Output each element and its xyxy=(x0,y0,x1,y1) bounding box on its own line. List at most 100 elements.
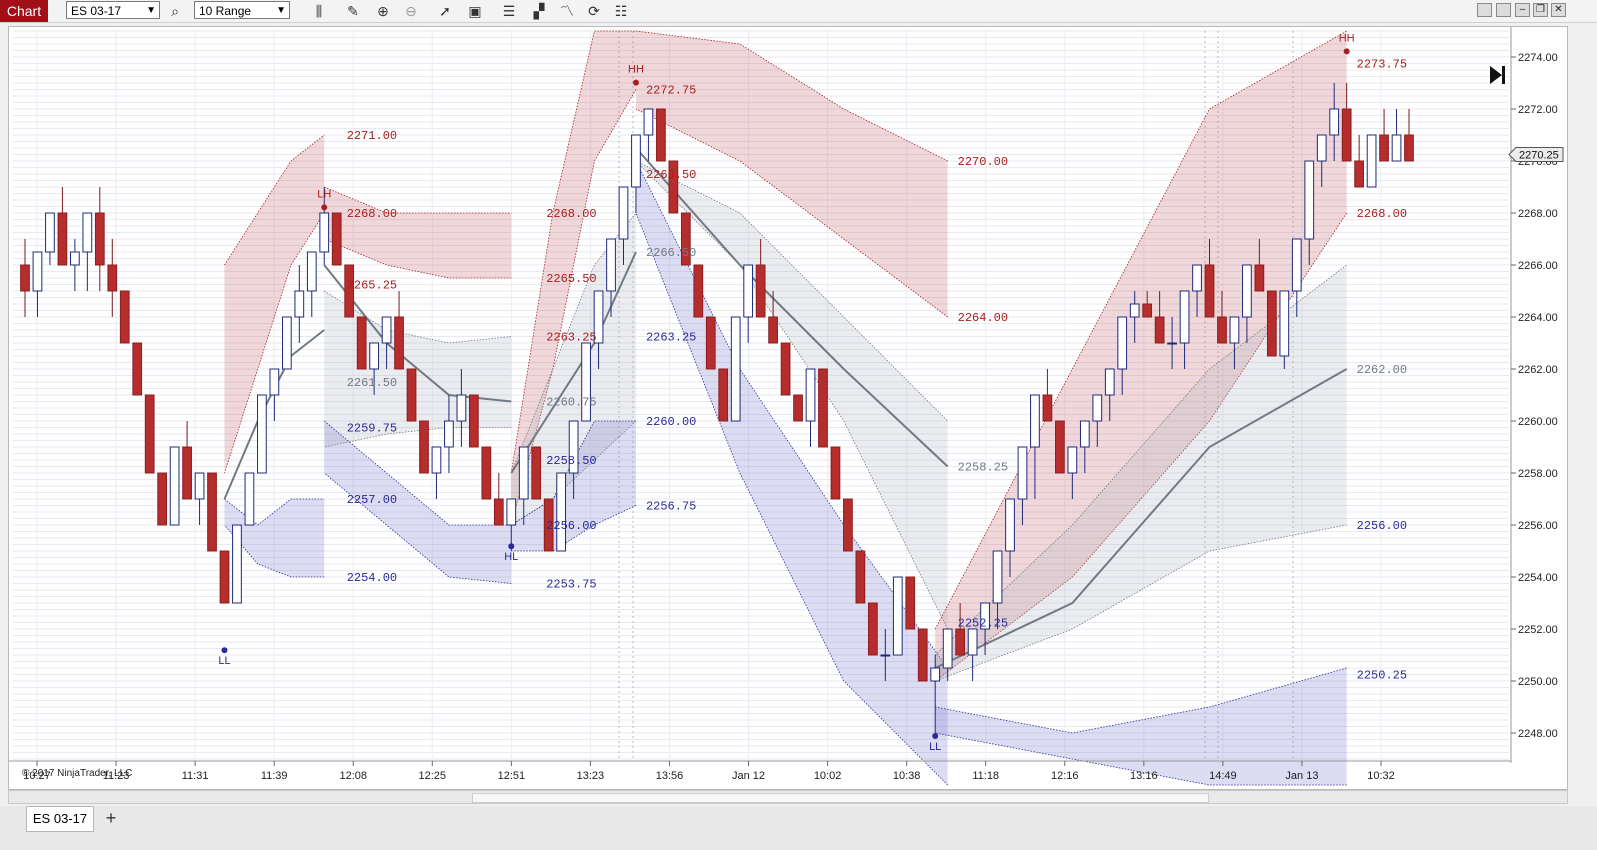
candle-down xyxy=(1254,264,1265,292)
candle-up xyxy=(82,212,93,253)
pivot-dot xyxy=(932,733,939,739)
candle-down xyxy=(1042,394,1053,422)
instrument-value: ES 03-17 xyxy=(71,4,122,18)
close-icon[interactable]: ✕ xyxy=(1551,3,1566,17)
x-tick-label: 13:56 xyxy=(656,770,684,782)
candle-up xyxy=(319,212,330,253)
bars-style-icon[interactable]: ⫼ xyxy=(310,2,328,20)
level-label: 2261.50 xyxy=(347,376,397,390)
level-label: 2263.25 xyxy=(546,331,596,345)
chart-panel[interactable]: 2271.00 2268.00 2265.25 2261.50 2259.75 2257.… xyxy=(8,26,1568,790)
candle-up xyxy=(1092,394,1103,422)
scrollbar-thumb[interactable] xyxy=(472,793,1209,803)
tab-instrument[interactable]: ES 03-17 xyxy=(26,806,94,832)
x-tick-label: 12:16 xyxy=(1051,770,1079,782)
level-label: 2258.25 xyxy=(958,461,1008,475)
candle-down xyxy=(905,576,916,630)
zoom-in-icon[interactable]: ⊕ xyxy=(374,2,392,20)
candle-down xyxy=(394,316,404,370)
window-option-icon[interactable] xyxy=(1477,3,1492,17)
x-tick-label: 12:25 xyxy=(419,770,447,782)
tab-bar xyxy=(0,806,1597,850)
reload-icon[interactable]: ⟳ xyxy=(585,2,603,20)
indicators-icon[interactable]: 〽 xyxy=(558,2,576,20)
pivot-dot xyxy=(1343,48,1350,55)
toolbar: Chart ES 03-17 ▼ ⌕ 10 Range ▼ ⫼ ✎ ⊕ ⊖ ➚ … xyxy=(0,0,1597,23)
candle-up xyxy=(506,498,517,526)
restore-icon[interactable]: ❐ xyxy=(1533,3,1548,17)
candle-down xyxy=(132,342,143,396)
instrument-selector[interactable]: ES 03-17 ▼ xyxy=(66,1,160,19)
level-label: 2264.00 xyxy=(958,311,1008,325)
add-tab-button[interactable]: + xyxy=(98,806,124,832)
candle-up xyxy=(518,446,529,500)
candle-down xyxy=(207,472,217,552)
level-label: 2258.50 xyxy=(546,454,596,468)
candle-down xyxy=(793,394,803,422)
pivot-dot xyxy=(321,204,328,211)
level-label: 2250.25 xyxy=(1357,669,1407,683)
chart-trader-icon[interactable]: ☰ xyxy=(500,2,518,20)
bar-type-selector[interactable]: 10 Range ▼ xyxy=(194,1,290,19)
window-option-icon[interactable] xyxy=(1496,3,1511,17)
data-box-icon[interactable]: ▣ xyxy=(466,2,484,20)
bar-type-value: 10 Range xyxy=(199,4,252,18)
candle-up xyxy=(1366,134,1377,188)
y-tick-label: 2260.00 xyxy=(1518,416,1558,428)
candle-down xyxy=(755,264,766,318)
candle-up xyxy=(431,446,442,474)
candle-down xyxy=(356,316,367,370)
candle-up xyxy=(643,108,654,136)
x-tick-label: 12:08 xyxy=(339,770,367,782)
candle-up xyxy=(1117,316,1128,370)
candle-up xyxy=(45,212,55,253)
candle-down xyxy=(1142,303,1153,318)
scroll-to-end-icon[interactable] xyxy=(1488,64,1506,86)
candle-up xyxy=(257,394,267,474)
minimize-icon[interactable]: – xyxy=(1515,3,1530,17)
candle-down xyxy=(705,316,716,370)
candle-down xyxy=(1204,264,1215,318)
candle-down xyxy=(656,108,666,162)
pivot-dot xyxy=(632,79,639,86)
x-tick-label: 11:39 xyxy=(261,770,288,782)
candle-down xyxy=(768,316,778,344)
zoom-out-icon[interactable]: ⊖ xyxy=(402,2,420,20)
price-chart[interactable]: 2271.00 2268.00 2265.25 2261.50 2259.75 2257.… xyxy=(9,27,1567,789)
pencil-icon[interactable]: ✎ xyxy=(344,2,362,20)
candle-down xyxy=(107,264,118,292)
pointer-icon[interactable]: ➚ xyxy=(436,2,454,20)
candle-down xyxy=(419,420,429,474)
candle-down xyxy=(780,342,791,396)
chevron-down-icon: ▼ xyxy=(146,5,156,16)
y-tick-label: 2264.00 xyxy=(1518,312,1558,324)
pivot-label: HL xyxy=(504,551,518,563)
candle-up xyxy=(930,667,941,682)
candle-down xyxy=(855,550,866,604)
level-label: 2265.50 xyxy=(546,272,596,286)
horizontal-scrollbar[interactable] xyxy=(8,790,1568,804)
candle-down xyxy=(693,264,704,318)
candle-up xyxy=(1192,264,1202,292)
y-tick-label: 2258.00 xyxy=(1518,468,1558,480)
x-tick-label: 12:51 xyxy=(498,770,526,782)
candle-down xyxy=(406,368,417,422)
x-tick-label: Jan 12 xyxy=(732,770,765,782)
properties-icon[interactable]: ☷ xyxy=(612,2,630,20)
search-icon[interactable]: ⌕ xyxy=(166,2,184,20)
candle-up xyxy=(232,524,242,604)
candle-down xyxy=(718,368,729,422)
level-label: 2256.75 xyxy=(646,500,696,514)
candle-down xyxy=(1055,420,1065,474)
candle-up xyxy=(730,316,741,422)
candle-up xyxy=(369,342,379,370)
level-label: 2256.00 xyxy=(1357,519,1407,533)
candle-down xyxy=(119,290,130,344)
candle-down xyxy=(144,394,155,474)
strategies-icon[interactable]: ▞ xyxy=(530,2,548,20)
candle-up xyxy=(1129,303,1140,318)
candle-up xyxy=(381,316,392,344)
candle-down xyxy=(818,368,828,448)
candle-up xyxy=(892,576,903,656)
candle-down xyxy=(1404,134,1414,162)
